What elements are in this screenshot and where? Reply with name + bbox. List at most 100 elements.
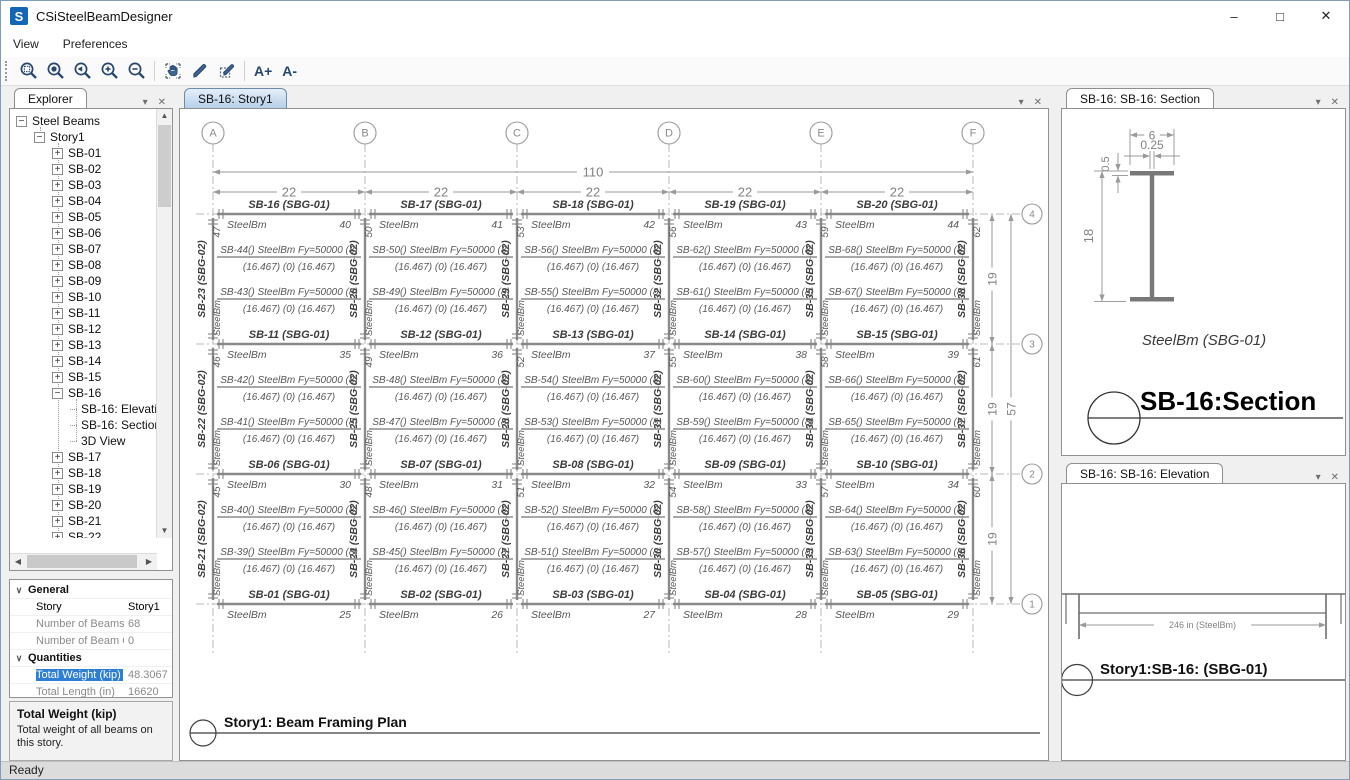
tree-item-steel-beams[interactable]: −Steel Beams bbox=[10, 113, 157, 129]
tree-item-sb-04[interactable]: +SB-04 bbox=[10, 193, 157, 209]
scroll-right-icon[interactable]: ▶ bbox=[141, 554, 157, 570]
expand-icon[interactable]: + bbox=[52, 372, 63, 383]
tree-vertical-scrollbar[interactable]: ▲ ▼ bbox=[156, 109, 172, 538]
tree-item-story1[interactable]: −Story1 bbox=[10, 129, 157, 145]
tree-item-sb-19[interactable]: +SB-19 bbox=[10, 481, 157, 497]
edit-region-icon[interactable] bbox=[213, 59, 240, 83]
plan-close-icon[interactable]: ✕ bbox=[1034, 97, 1042, 108]
tree-item-sb-15[interactable]: +SB-15 bbox=[10, 369, 157, 385]
zoom-out-icon[interactable] bbox=[123, 59, 150, 83]
svg-text:SB-52() SteelBm Fy=50000 (8): SB-52() SteelBm Fy=50000 (8) bbox=[524, 505, 662, 516]
expand-icon[interactable]: + bbox=[52, 340, 63, 351]
property-row-total-weight-kip-[interactable]: Total Weight (kip)48.3067 bbox=[10, 667, 172, 684]
toolbar-grip[interactable] bbox=[5, 61, 10, 81]
tree-item-sb-01[interactable]: +SB-01 bbox=[10, 145, 157, 161]
tree-item-sb-13[interactable]: +SB-13 bbox=[10, 337, 157, 353]
expand-icon[interactable]: + bbox=[52, 308, 63, 319]
maximize-button[interactable]: □ bbox=[1257, 1, 1303, 31]
expand-icon[interactable]: + bbox=[52, 196, 63, 207]
zoom-window-icon[interactable] bbox=[15, 59, 42, 83]
menu-preferences[interactable]: Preferences bbox=[51, 33, 140, 55]
zoom-in-icon[interactable] bbox=[96, 59, 123, 83]
property-row-number-of-beams[interactable]: Number of Beams68 bbox=[10, 616, 172, 633]
expand-icon[interactable]: + bbox=[52, 500, 63, 511]
tree-horizontal-scrollbar[interactable]: ◀ ▶ bbox=[10, 553, 157, 570]
section-canvas[interactable]: 60.250.518SteelBm (SBG-01)SB-16:Section bbox=[1061, 108, 1346, 456]
tree-item-sb-16-section[interactable]: SB-16: Section bbox=[10, 417, 157, 433]
scrollbar-thumb[interactable] bbox=[27, 555, 137, 568]
expand-icon[interactable]: + bbox=[52, 276, 63, 287]
framing-plan-canvas[interactable]: ABCDEF4321110222222222219191957SB-16 (SB… bbox=[179, 108, 1049, 761]
property-row-story[interactable]: StoryStory1 bbox=[10, 599, 172, 616]
close-button[interactable]: ✕ bbox=[1303, 1, 1349, 31]
collapse-chevron-icon[interactable]: ∨ bbox=[10, 653, 28, 664]
tree-item-sb-17[interactable]: +SB-17 bbox=[10, 449, 157, 465]
tree-item-sb-06[interactable]: +SB-06 bbox=[10, 225, 157, 241]
expand-icon[interactable]: + bbox=[52, 324, 63, 335]
tree-item-sb-11[interactable]: +SB-11 bbox=[10, 305, 157, 321]
expand-icon[interactable]: + bbox=[52, 532, 63, 539]
expand-icon[interactable]: + bbox=[52, 292, 63, 303]
section-menu-icon[interactable]: ▾ bbox=[1316, 97, 1321, 108]
collapse-icon[interactable]: − bbox=[16, 116, 27, 127]
collapse-icon[interactable]: − bbox=[34, 132, 45, 143]
tab-explorer[interactable]: Explorer bbox=[14, 88, 87, 108]
zoom-previous-icon[interactable] bbox=[69, 59, 96, 83]
plan-menu-icon[interactable]: ▾ bbox=[1019, 97, 1024, 108]
property-row-total-length-in-[interactable]: Total Length (in)16620 bbox=[10, 684, 172, 701]
pan-icon[interactable] bbox=[159, 59, 186, 83]
expand-icon[interactable]: + bbox=[52, 452, 63, 463]
font-increase-button[interactable]: A+ bbox=[249, 63, 277, 79]
property-group-general[interactable]: ∨General bbox=[10, 582, 172, 599]
tree-item-sb-09[interactable]: +SB-09 bbox=[10, 273, 157, 289]
elevation-canvas[interactable]: 246 in (SteelBm)Story1:SB-16: (SBG-01) bbox=[1061, 483, 1346, 761]
menu-view[interactable]: View bbox=[1, 33, 51, 55]
expand-icon[interactable]: + bbox=[52, 180, 63, 191]
tab-plan-story1[interactable]: SB-16: Story1 bbox=[184, 88, 287, 108]
tree-item-sb-22[interactable]: +SB-22 bbox=[10, 529, 157, 538]
tree-item-sb-20[interactable]: +SB-20 bbox=[10, 497, 157, 513]
tree-item-sb-16-elevation[interactable]: SB-16: Elevation bbox=[10, 401, 157, 417]
property-group-quantities[interactable]: ∨Quantities bbox=[10, 650, 172, 667]
tree-item-sb-08[interactable]: +SB-08 bbox=[10, 257, 157, 273]
font-decrease-button[interactable]: A- bbox=[277, 63, 302, 79]
explorer-close-icon[interactable]: ✕ bbox=[158, 97, 166, 108]
tab-elevation[interactable]: SB-16: SB-16: Elevation bbox=[1066, 463, 1223, 483]
scrollbar-thumb[interactable] bbox=[158, 125, 171, 207]
collapse-icon[interactable]: − bbox=[52, 388, 63, 399]
tree-item-sb-02[interactable]: +SB-02 bbox=[10, 161, 157, 177]
tree-item-sb-16[interactable]: −SB-16 bbox=[10, 385, 157, 401]
minimize-button[interactable]: – bbox=[1211, 1, 1257, 31]
expand-icon[interactable]: + bbox=[52, 244, 63, 255]
expand-icon[interactable]: + bbox=[52, 260, 63, 271]
tree-item-sb-12[interactable]: +SB-12 bbox=[10, 321, 157, 337]
property-row-number-of-beam-gi[interactable]: Number of Beam Gi0 bbox=[10, 633, 172, 650]
explorer-menu-icon[interactable]: ▾ bbox=[143, 97, 148, 108]
tree-item-sb-03[interactable]: +SB-03 bbox=[10, 177, 157, 193]
expand-icon[interactable]: + bbox=[52, 516, 63, 527]
zoom-extents-icon[interactable] bbox=[42, 59, 69, 83]
section-close-icon[interactable]: ✕ bbox=[1331, 97, 1339, 108]
tree-item-sb-21[interactable]: +SB-21 bbox=[10, 513, 157, 529]
tree-item-sb-18[interactable]: +SB-18 bbox=[10, 465, 157, 481]
tree-item-sb-14[interactable]: +SB-14 bbox=[10, 353, 157, 369]
expand-icon[interactable]: + bbox=[52, 212, 63, 223]
tree-item-sb-10[interactable]: +SB-10 bbox=[10, 289, 157, 305]
scroll-left-icon[interactable]: ◀ bbox=[10, 554, 26, 570]
expand-icon[interactable]: + bbox=[52, 484, 63, 495]
tree-item-3d-view[interactable]: 3D View bbox=[10, 433, 157, 449]
expand-icon[interactable]: + bbox=[52, 164, 63, 175]
tab-section[interactable]: SB-16: SB-16: Section bbox=[1066, 88, 1214, 108]
tree-item-sb-05[interactable]: +SB-05 bbox=[10, 209, 157, 225]
edit-pen-icon[interactable] bbox=[186, 59, 213, 83]
tree-item-sb-07[interactable]: +SB-07 bbox=[10, 241, 157, 257]
expand-icon[interactable]: + bbox=[52, 468, 63, 479]
collapse-chevron-icon[interactable]: ∨ bbox=[10, 585, 28, 596]
expand-icon[interactable]: + bbox=[52, 148, 63, 159]
expand-icon[interactable]: + bbox=[52, 228, 63, 239]
elevation-close-icon[interactable]: ✕ bbox=[1331, 472, 1339, 483]
scroll-up-icon[interactable]: ▲ bbox=[157, 109, 172, 123]
scroll-down-icon[interactable]: ▼ bbox=[157, 524, 172, 538]
expand-icon[interactable]: + bbox=[52, 356, 63, 367]
elevation-menu-icon[interactable]: ▾ bbox=[1316, 472, 1321, 483]
